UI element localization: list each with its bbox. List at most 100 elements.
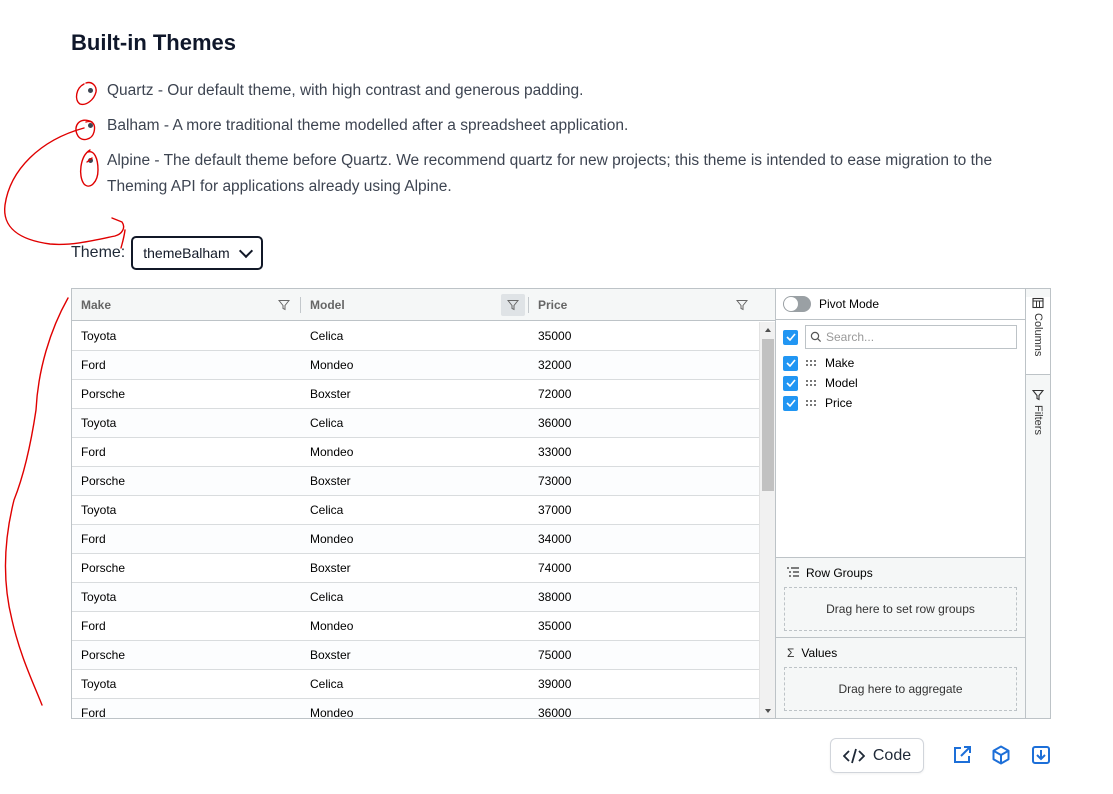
column-checkbox[interactable] (783, 395, 798, 411)
table-row[interactable]: Porsche Boxster 74000 (72, 554, 759, 583)
drag-handle-icon[interactable] (806, 378, 818, 388)
cell-model[interactable]: Mondeo (301, 706, 529, 718)
grid-header: Make Model Price (72, 289, 775, 321)
cell-price[interactable]: 74000 (529, 561, 759, 575)
cell-price[interactable]: 35000 (529, 619, 759, 633)
cell-model[interactable]: Celica (301, 590, 529, 604)
cell-make[interactable]: Porsche (72, 561, 301, 575)
table-row[interactable]: Toyota Celica 35000 (72, 322, 759, 351)
cell-model[interactable]: Mondeo (301, 619, 529, 633)
sigma-icon: Σ (787, 646, 795, 660)
download-icon[interactable] (1030, 744, 1052, 766)
table-row[interactable]: Porsche Boxster 75000 (72, 641, 759, 670)
cell-model[interactable]: Celica (301, 329, 529, 343)
filter-icon[interactable] (501, 294, 525, 316)
scroll-up-icon[interactable] (765, 328, 771, 332)
table-row[interactable]: Toyota Celica 36000 (72, 409, 759, 438)
cell-make[interactable]: Toyota (72, 590, 301, 604)
theme-select-value: themeBalham (143, 245, 230, 261)
cell-model[interactable]: Celica (301, 416, 529, 430)
header-price[interactable]: Price (529, 289, 759, 321)
open-new-window-icon[interactable] (951, 744, 973, 766)
cell-model[interactable]: Boxster (301, 561, 529, 575)
cell-make[interactable]: Ford (72, 532, 301, 546)
tab-columns[interactable]: Columns (1026, 297, 1050, 375)
select-all-checkbox[interactable] (783, 329, 798, 345)
cell-model[interactable]: Celica (301, 503, 529, 517)
cell-model[interactable]: Mondeo (301, 445, 529, 459)
cell-make[interactable]: Toyota (72, 416, 301, 430)
vertical-scrollbar[interactable] (759, 322, 775, 718)
cell-price[interactable]: 39000 (529, 677, 759, 691)
filter-icon[interactable] (734, 297, 750, 313)
header-model[interactable]: Model (301, 289, 529, 321)
cell-price[interactable]: 75000 (529, 648, 759, 662)
cell-make[interactable]: Ford (72, 619, 301, 633)
cell-make[interactable]: Ford (72, 358, 301, 372)
tab-columns-label: Columns (1032, 313, 1044, 357)
cell-model[interactable]: Celica (301, 677, 529, 691)
side-bar-tabs: Columns Filters (1025, 289, 1050, 718)
cell-make[interactable]: Porsche (72, 387, 301, 401)
cell-make[interactable]: Toyota (72, 677, 301, 691)
cell-make[interactable]: Porsche (72, 648, 301, 662)
table-row[interactable]: Porsche Boxster 73000 (72, 467, 759, 496)
filter-icon[interactable] (276, 297, 292, 313)
cell-price[interactable]: 32000 (529, 358, 759, 372)
cell-model[interactable]: Boxster (301, 387, 529, 401)
cell-model[interactable]: Mondeo (301, 532, 529, 546)
search-placeholder: Search... (826, 330, 875, 344)
table-row[interactable]: Ford Mondeo 36000 (72, 699, 759, 718)
cell-make[interactable]: Toyota (72, 503, 301, 517)
theme-picker: Theme: themeBalham (71, 236, 264, 270)
column-checkbox[interactable] (783, 355, 798, 371)
cell-price[interactable]: 36000 (529, 416, 759, 430)
theme-label: Theme: (71, 244, 126, 261)
code-button[interactable]: Code (830, 738, 924, 773)
cell-price[interactable]: 35000 (529, 329, 759, 343)
column-list-item[interactable]: Make (776, 353, 1025, 373)
values-dropzone[interactable]: Drag here to aggregate (784, 667, 1017, 711)
row-groups-dropzone[interactable]: Drag here to set row groups (784, 587, 1017, 631)
scroll-down-icon[interactable] (765, 709, 771, 713)
column-checkbox[interactable] (783, 375, 798, 391)
tab-filters[interactable]: Filters (1026, 389, 1050, 459)
cell-model[interactable]: Boxster (301, 474, 529, 488)
drag-handle-icon[interactable] (806, 358, 818, 368)
cell-price[interactable]: 73000 (529, 474, 759, 488)
cell-model[interactable]: Mondeo (301, 358, 529, 372)
drag-handle-icon[interactable] (806, 398, 818, 408)
table-row[interactable]: Toyota Celica 37000 (72, 496, 759, 525)
header-make[interactable]: Make (72, 289, 301, 321)
cell-price[interactable]: 37000 (529, 503, 759, 517)
table-row[interactable]: Toyota Celica 39000 (72, 670, 759, 699)
table-row[interactable]: Porsche Boxster 72000 (72, 380, 759, 409)
cell-price[interactable]: 38000 (529, 590, 759, 604)
cell-price[interactable]: 33000 (529, 445, 759, 459)
cell-make[interactable]: Toyota (72, 329, 301, 343)
cell-price[interactable]: 36000 (529, 706, 759, 718)
cell-model[interactable]: Boxster (301, 648, 529, 662)
columns-icon (1032, 297, 1044, 309)
values-header: Σ Values (787, 646, 837, 660)
cell-price[interactable]: 34000 (529, 532, 759, 546)
table-row[interactable]: Ford Mondeo 34000 (72, 525, 759, 554)
cell-make[interactable]: Ford (72, 706, 301, 718)
cell-make[interactable]: Porsche (72, 474, 301, 488)
bullet-dot (88, 158, 93, 163)
chevron-down-icon (239, 243, 254, 258)
codesandbox-icon[interactable] (990, 744, 1012, 766)
column-list-item[interactable]: Model (776, 373, 1025, 393)
theme-select[interactable]: themeBalham (131, 236, 264, 270)
pivot-mode-toggle[interactable] (783, 296, 811, 312)
table-row[interactable]: Ford Mondeo 33000 (72, 438, 759, 467)
cell-make[interactable]: Ford (72, 445, 301, 459)
cell-price[interactable]: 72000 (529, 387, 759, 401)
table-row[interactable]: Toyota Celica 38000 (72, 583, 759, 612)
scrollbar-thumb[interactable] (762, 339, 774, 491)
table-row[interactable]: Ford Mondeo 32000 (72, 351, 759, 380)
values-section: Σ Values Drag here to aggregate (776, 638, 1025, 718)
column-list-item[interactable]: Price (776, 393, 1025, 413)
column-search-input[interactable]: Search... (805, 325, 1017, 349)
table-row[interactable]: Ford Mondeo 35000 (72, 612, 759, 641)
